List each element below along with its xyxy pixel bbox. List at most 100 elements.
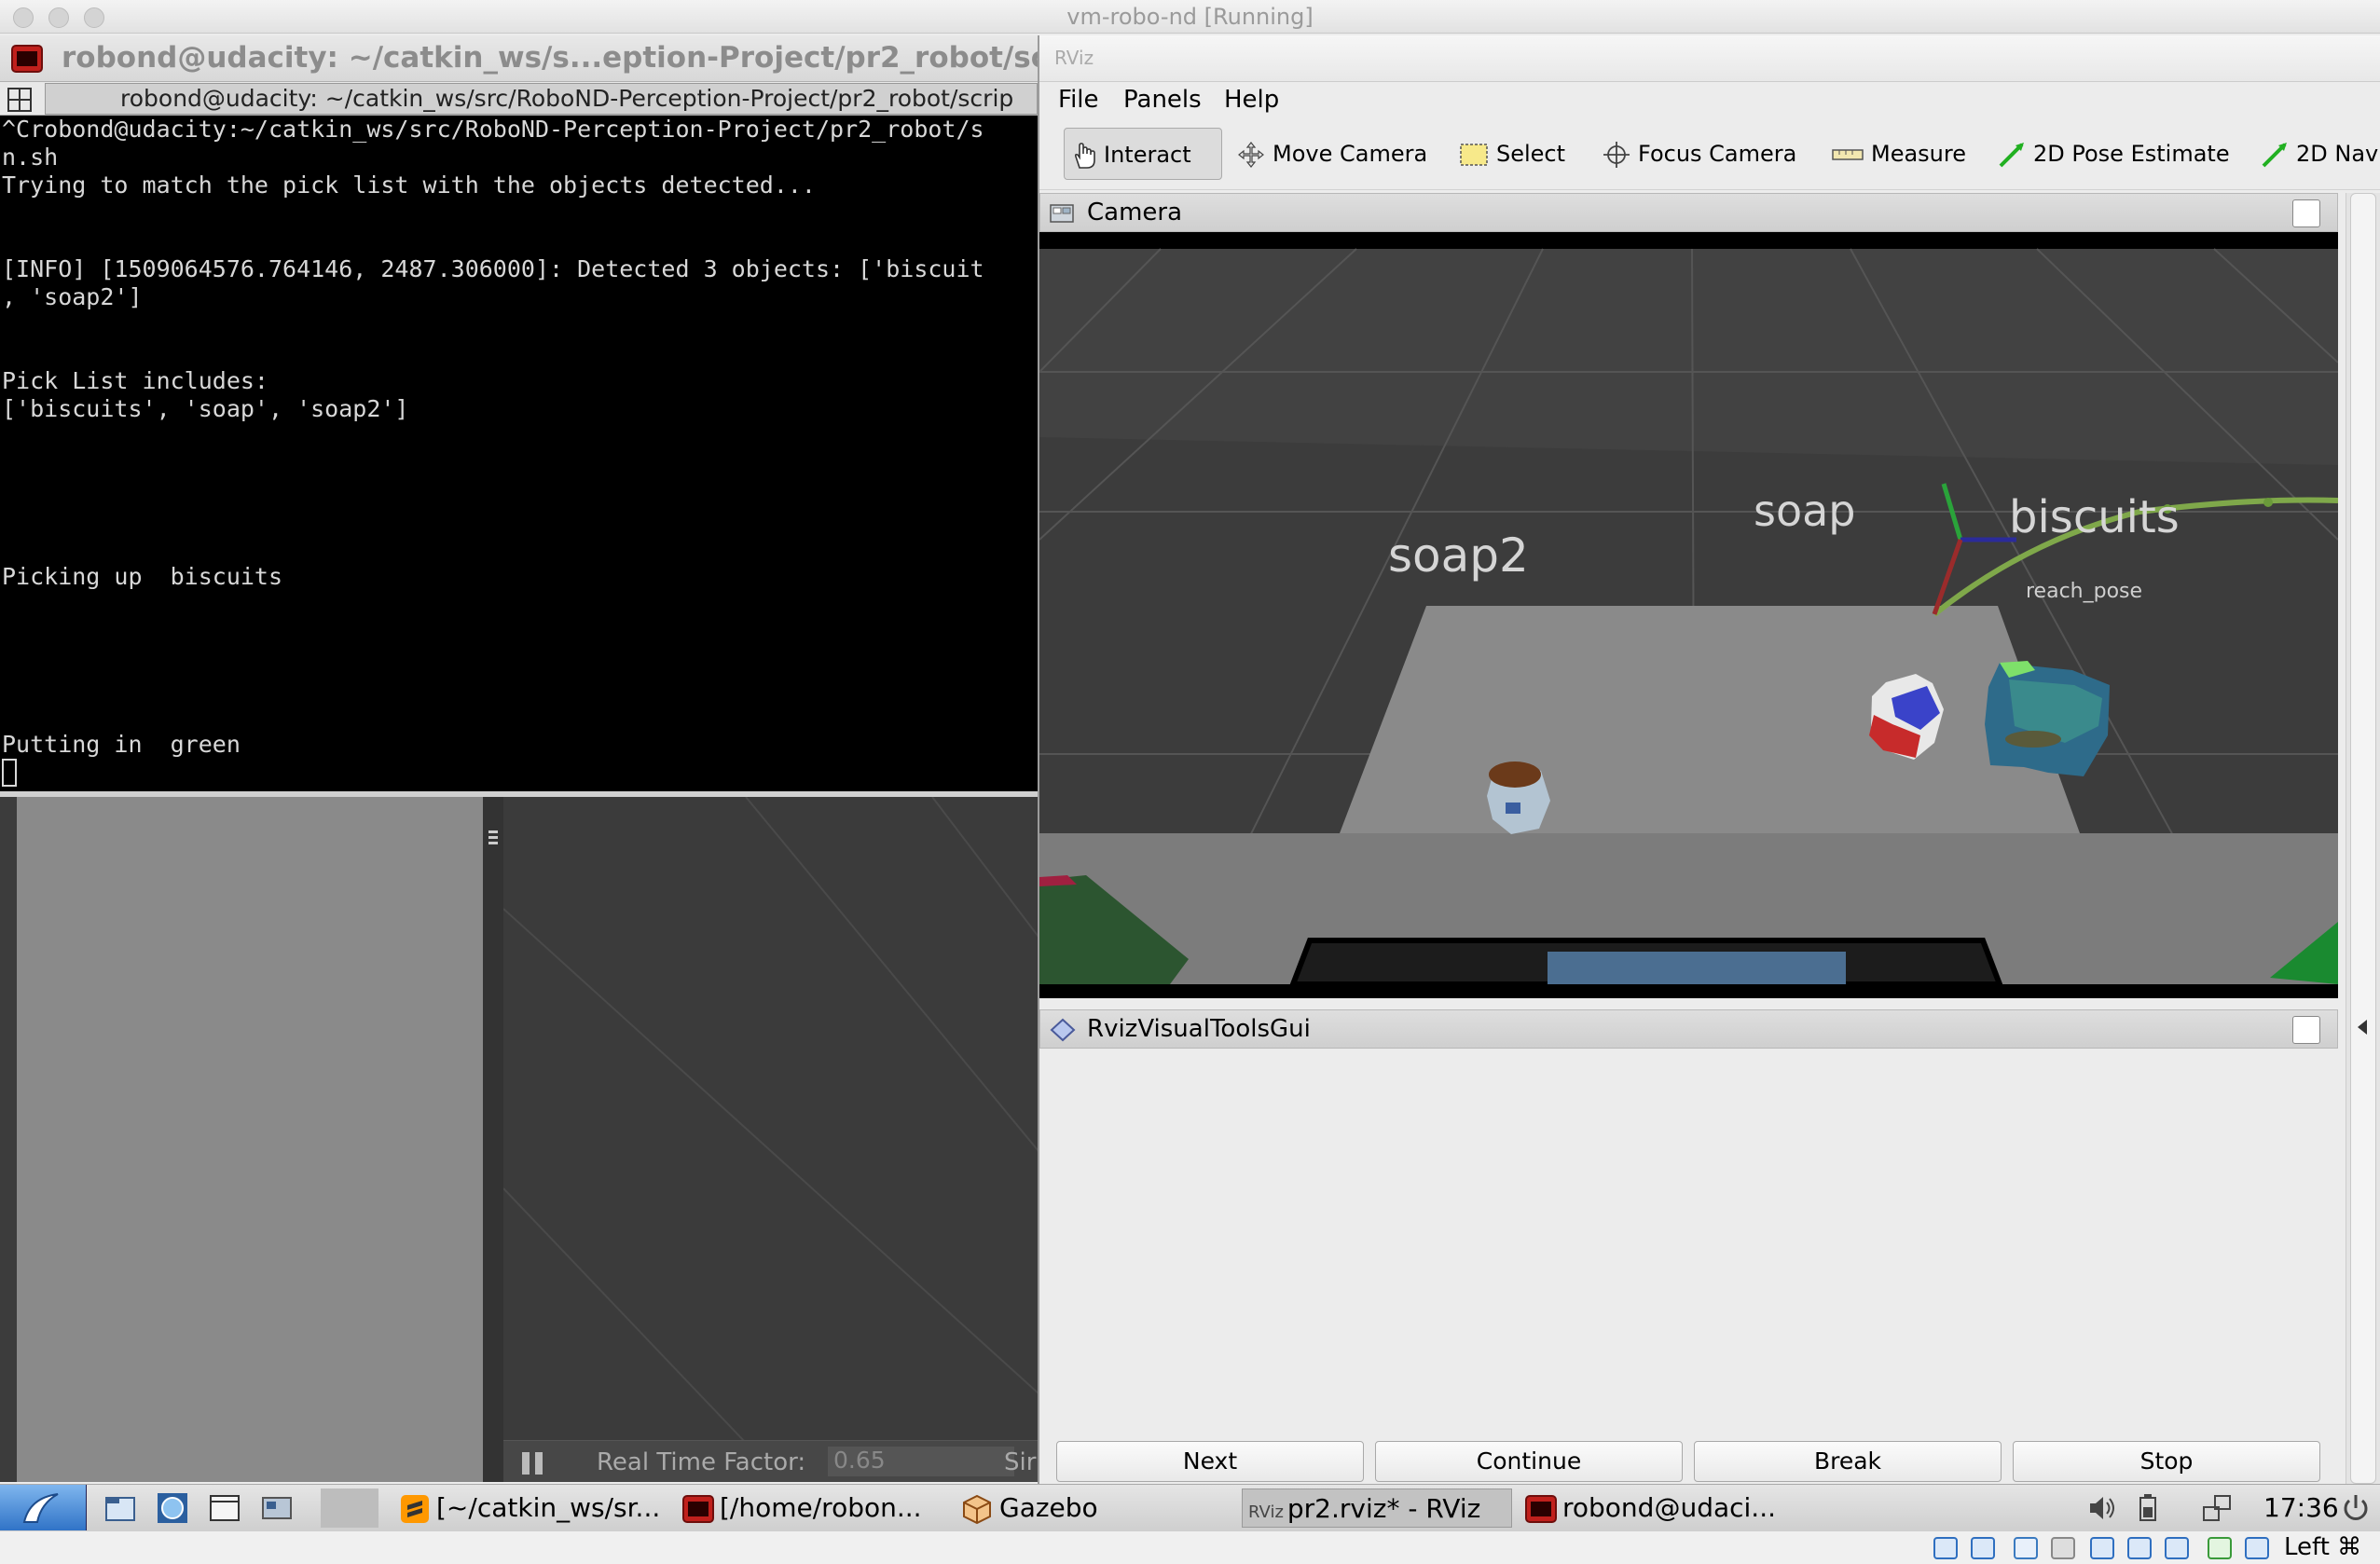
camera-panel-checkbox[interactable] <box>2292 199 2320 227</box>
taskbar: [~/catkin_ws/sr... [/home/robon... Gazeb… <box>0 1484 2380 1531</box>
rviz-toolbar: Interact Move Camera Select Focus Camera… <box>1039 119 2380 190</box>
gazebo-icon <box>963 1494 991 1525</box>
visual-tools-panel-checkbox[interactable] <box>2292 1016 2320 1044</box>
terminal-cursor <box>2 759 17 787</box>
optical-drive-icon[interactable] <box>1971 1537 1995 1559</box>
menu-help[interactable]: Help <box>1224 86 1279 114</box>
task-rviz-label: pr2.rviz* - RViz <box>1286 1493 1481 1524</box>
terminal-line: n.sh <box>2 144 59 171</box>
rviz-title-bar[interactable]: RViz <box>1039 35 2380 82</box>
sim-time-label: Sir <box>1004 1448 1037 1476</box>
scene-label-reach-pose: reach_pose <box>2026 580 2143 603</box>
gazebo-3d-view[interactable] <box>503 797 1039 1482</box>
battery-icon[interactable] <box>2135 1492 2167 1524</box>
vm-status-bar: Left ⌘ <box>0 1530 2380 1564</box>
sublime-icon <box>401 1495 429 1523</box>
network-icon[interactable] <box>2202 1492 2234 1524</box>
crosshair-icon <box>1603 142 1630 168</box>
usb-icon[interactable] <box>2090 1537 2114 1559</box>
new-tab-icon[interactable] <box>7 88 32 112</box>
terminal-line: ^Crobond@udacity:~/catkin_ws/src/RoboND-… <box>2 116 984 143</box>
terminal-line: Pick List includes: <box>2 367 268 394</box>
camera-panel-icon <box>1050 204 1074 223</box>
ruler-icon <box>1832 149 1864 160</box>
task-terminal-home-label: [/home/robon... <box>720 1492 922 1523</box>
continue-button[interactable]: Continue <box>1375 1441 1683 1482</box>
move-camera-icon <box>1238 142 1264 168</box>
tool-2d-pose-estimate[interactable]: 2D Pose Estimate <box>1998 128 2230 180</box>
menu-file[interactable]: File <box>1058 86 1099 114</box>
camera-panel-header[interactable]: Camera <box>1039 193 2338 232</box>
visual-tools-panel-header[interactable]: RvizVisualToolsGui <box>1039 1009 2338 1049</box>
splitter-handle-icon <box>488 830 498 844</box>
tool-move-camera-label: Move Camera <box>1273 141 1428 167</box>
file-manager-icon[interactable] <box>104 1492 136 1524</box>
terminal-icon[interactable] <box>209 1492 241 1524</box>
tool-measure[interactable]: Measure <box>1832 128 1966 180</box>
next-button[interactable]: Next <box>1056 1441 1364 1482</box>
terminal-line: Picking up biscuits <box>2 563 283 590</box>
tool-measure-label: Measure <box>1871 141 1966 167</box>
tool-select-label: Select <box>1496 141 1566 167</box>
green-arrow-icon <box>2262 143 2287 168</box>
task-terminal-home[interactable]: [/home/robon... <box>682 1489 962 1528</box>
rviz-logo-icon: RViz <box>1054 47 1094 69</box>
terminal-tab-bar: robond@udacity: ~/catkin_ws/src/RoboND-P… <box>0 82 1038 116</box>
stop-button[interactable]: Stop <box>2013 1441 2320 1482</box>
diamond-icon <box>1050 1018 1076 1042</box>
gazebo-grid <box>503 797 1039 1482</box>
task-gazebo-label: Gazebo <box>999 1492 1098 1523</box>
tool-move-camera[interactable]: Move Camera <box>1237 128 1427 180</box>
tool-interact[interactable]: Interact <box>1064 128 1222 180</box>
task-gazebo[interactable]: Gazebo <box>960 1489 1240 1528</box>
terminal-title-bar[interactable]: robond@udacity: ~/catkin_ws/s...eption-P… <box>0 35 1093 82</box>
select-box-icon <box>1460 144 1488 166</box>
break-button[interactable]: Break <box>1694 1441 2002 1482</box>
hard-disk-icon[interactable] <box>1933 1537 1958 1559</box>
shared-folders-icon[interactable] <box>2127 1537 2152 1559</box>
rviz-task-icon: RViz <box>1248 1502 1284 1522</box>
capture-icon[interactable] <box>2208 1537 2232 1559</box>
display-icon[interactable] <box>2165 1537 2189 1559</box>
task-rviz[interactable]: RViz pr2.rviz* - RViz <box>1242 1489 1512 1528</box>
power-icon[interactable] <box>2340 1492 2372 1524</box>
pause-icon[interactable] <box>522 1452 530 1475</box>
scrollbar-thumb[interactable] <box>2350 193 2376 1484</box>
tool-select[interactable]: Select <box>1459 128 1565 180</box>
terminal-output[interactable]: ^Crobond@udacity:~/catkin_ws/src/RoboND-… <box>0 116 1038 791</box>
terminal-tab[interactable]: robond@udacity: ~/catkin_ws/src/RoboND-P… <box>45 83 1038 115</box>
volume-icon[interactable] <box>2086 1492 2118 1524</box>
tool-focus-camera-label: Focus Camera <box>1638 141 1797 167</box>
network-adapter-icon[interactable] <box>2051 1537 2075 1559</box>
globe-icon[interactable] <box>157 1492 188 1524</box>
task-sublime-label: [~/catkin_ws/sr... <box>436 1492 661 1523</box>
task-robond-terminal[interactable]: robond@udaci... <box>1525 1489 1805 1528</box>
menu-panels[interactable]: Panels <box>1123 86 1202 114</box>
tool-focus-camera[interactable]: Focus Camera <box>1603 128 1796 180</box>
gazebo-time-bar: Real Time Factor: 0.65 Sir <box>503 1440 1039 1482</box>
terminal-line: [INFO] [1509064576.764146, 2487.306000]:… <box>2 255 984 282</box>
vm-title-bar: vm-robo-nd [Running] <box>0 0 2380 34</box>
gazebo-panel-splitter[interactable] <box>483 797 503 1482</box>
terminal-line: Putting in green <box>2 731 241 758</box>
start-menu-icon <box>22 1493 59 1523</box>
mouse-integration-icon[interactable] <box>2245 1537 2269 1559</box>
rviz-side-scroll[interactable] <box>2346 193 2380 1484</box>
start-menu-button[interactable] <box>0 1485 87 1531</box>
tool-2d-nav[interactable]: 2D Nav <box>2261 128 2378 180</box>
desktop-icon[interactable] <box>261 1492 293 1524</box>
collapse-arrow-icon[interactable] <box>2356 1018 2369 1036</box>
camera-view[interactable]: reach_pose soap2 soap biscuits <box>1039 232 2338 998</box>
task-sublime[interactable]: [~/catkin_ws/sr... <box>399 1489 679 1528</box>
tool-2d-nav-label: 2D Nav <box>2296 141 2379 167</box>
workspace-switcher[interactable] <box>321 1489 378 1528</box>
audio-icon[interactable] <box>2014 1537 2038 1559</box>
